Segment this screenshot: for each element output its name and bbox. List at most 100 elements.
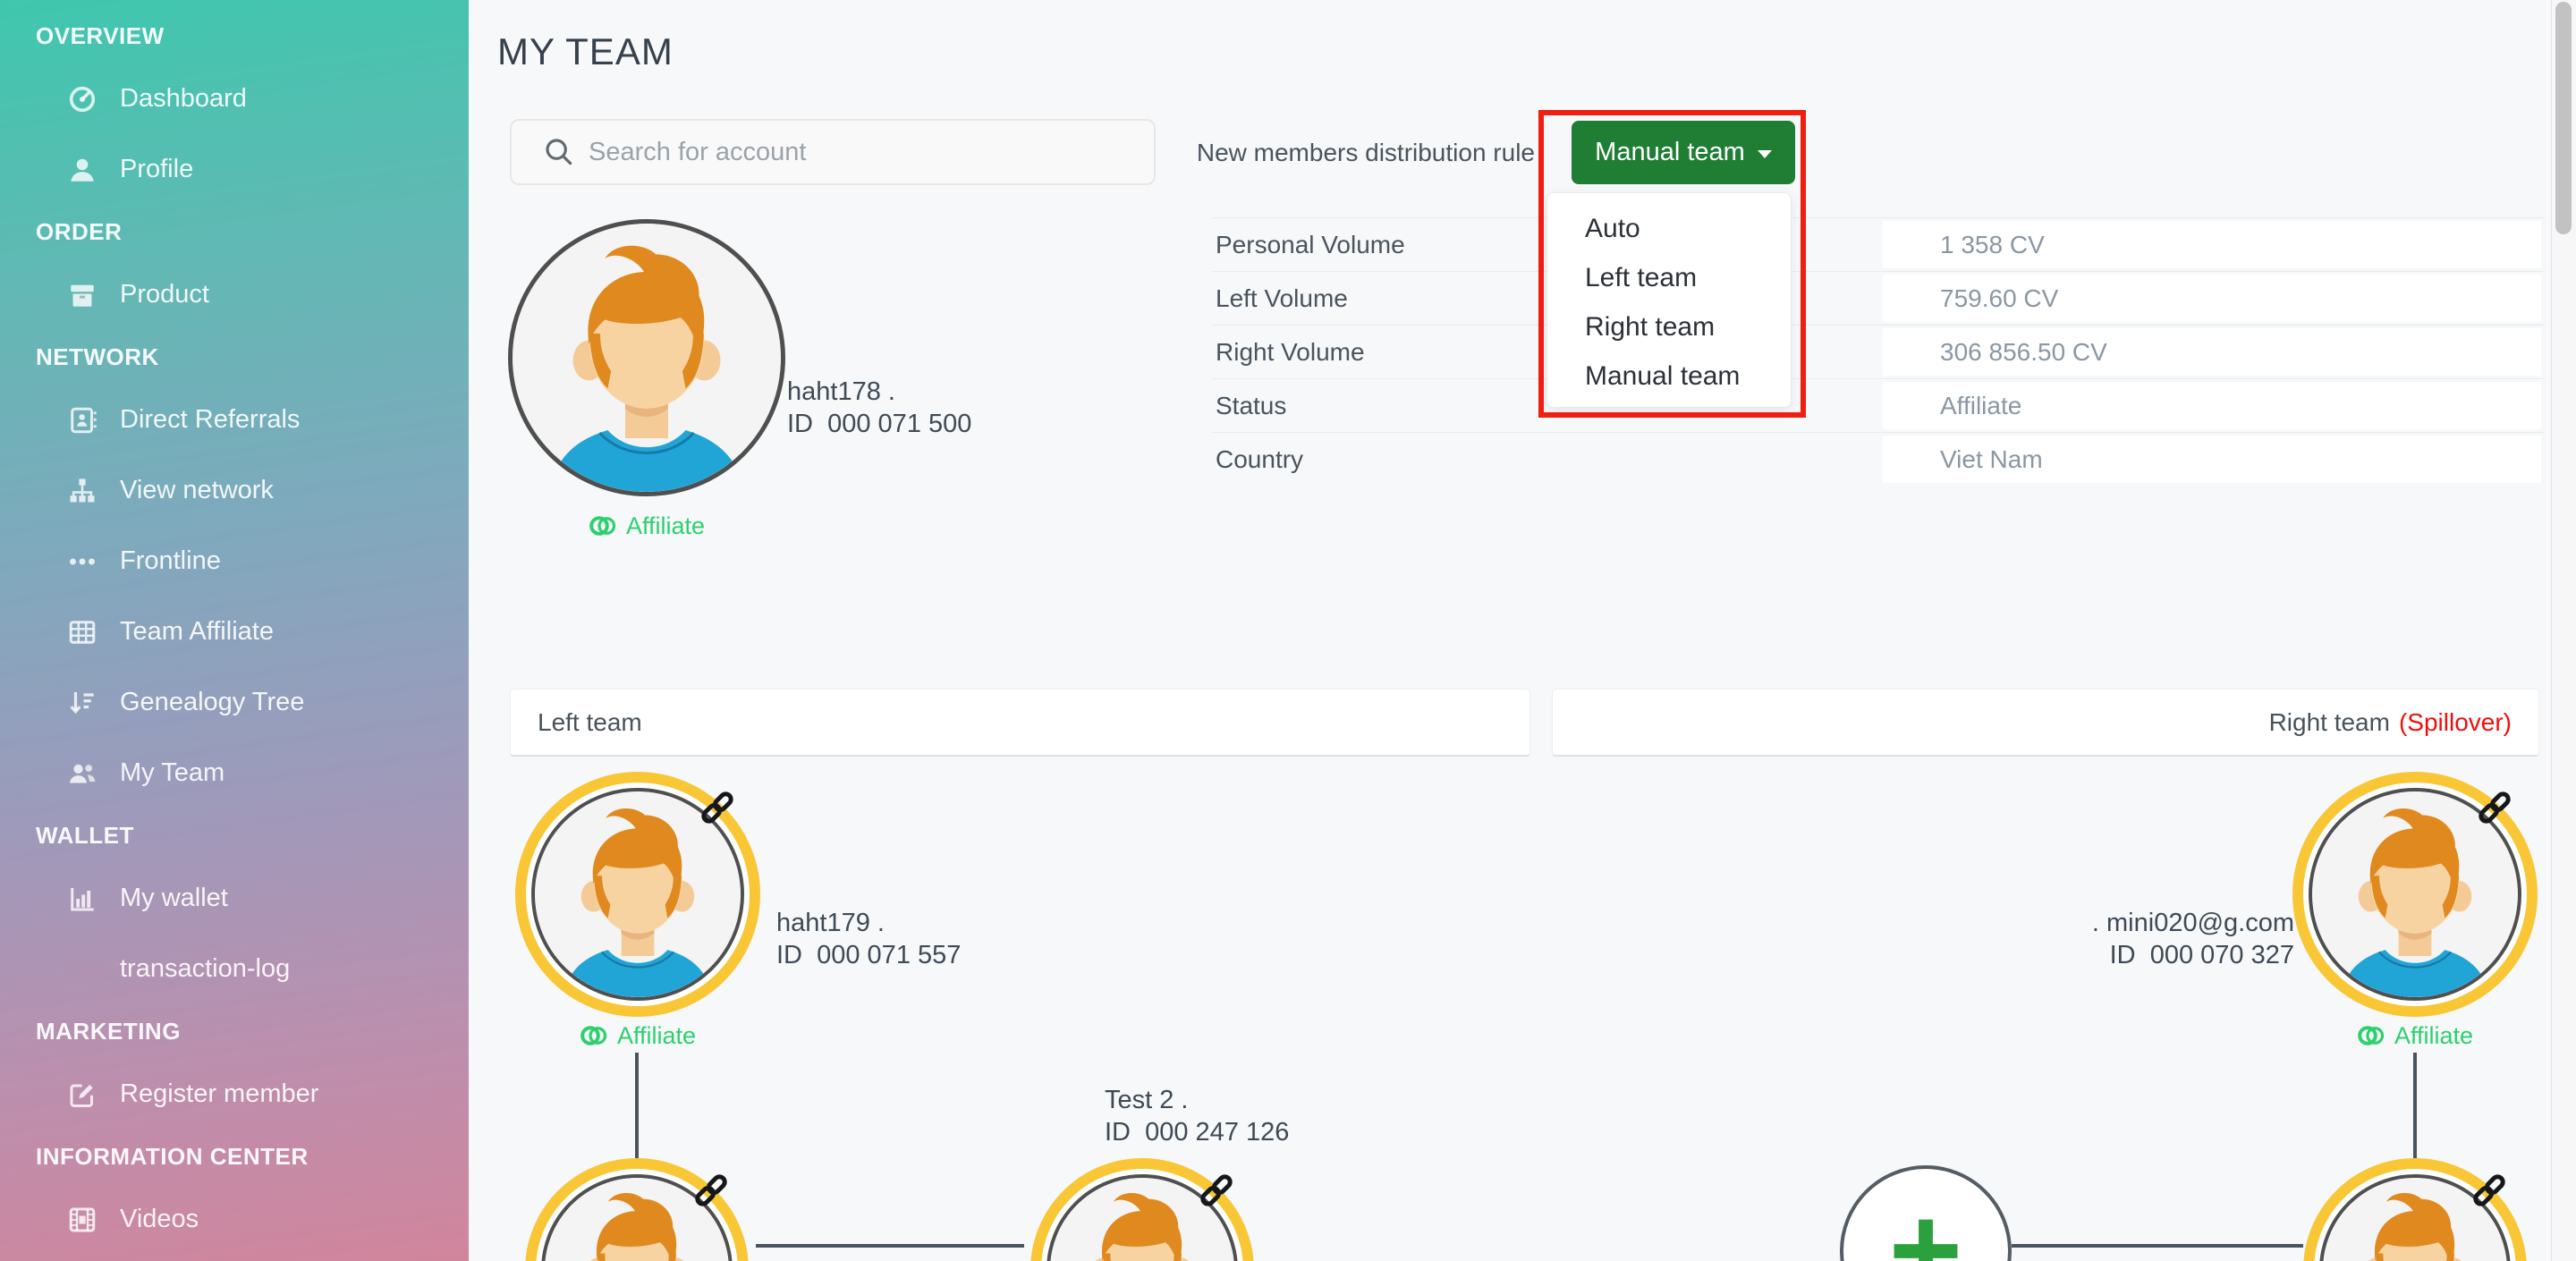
sidebar-item-documents[interactable]: Documents bbox=[0, 1255, 469, 1261]
menu-option-right-team[interactable]: Right team bbox=[1547, 302, 1791, 351]
link-icon bbox=[1197, 1171, 1236, 1210]
box-icon bbox=[66, 279, 98, 311]
scrollbar-thumb[interactable] bbox=[2555, 2, 2572, 234]
sidebar-item-transaction-log[interactable]: transaction-log bbox=[0, 934, 469, 1004]
sidebar-item-label: transaction-log bbox=[120, 954, 290, 984]
account-name: haht178 . bbox=[787, 376, 971, 408]
sidebar-section-overview: OVERVIEW bbox=[0, 9, 469, 63]
page-title: MY TEAM bbox=[497, 30, 674, 73]
sidebar-item-frontline[interactable]: Frontline bbox=[0, 526, 469, 597]
sidebar-section-wallet: WALLET bbox=[0, 808, 469, 863]
sidebar-item-profile[interactable]: Profile bbox=[0, 134, 469, 205]
bar-chart-icon bbox=[66, 883, 98, 915]
sidebar-item-label: My wallet bbox=[120, 884, 228, 913]
link-icon bbox=[691, 1171, 731, 1210]
badge-label: Affiliate bbox=[617, 1022, 696, 1050]
edit-square-icon bbox=[66, 1079, 98, 1111]
table-row: Left Volume 759.60 CV bbox=[1212, 271, 2545, 325]
tree-node-right-child[interactable] bbox=[2303, 1158, 2527, 1261]
left-team-title: Left team bbox=[538, 708, 642, 737]
sidebar-item-genealogy-tree[interactable]: Genealogy Tree bbox=[0, 667, 469, 738]
tree-node-label: . mini020@g.com ID 000 070 327 bbox=[1936, 907, 2294, 971]
sidebar: OVERVIEW Dashboard Profile ORDER Product… bbox=[0, 0, 469, 1261]
search-input[interactable] bbox=[589, 138, 1136, 167]
sidebar-item-label: Team Affiliate bbox=[120, 617, 274, 647]
scrollbar-track bbox=[2551, 0, 2576, 1261]
affiliate-rings-icon bbox=[589, 512, 617, 540]
sidebar-item-label: Dashboard bbox=[120, 84, 247, 114]
sidebar-item-label: Genealogy Tree bbox=[120, 688, 304, 717]
main-content: MY TEAM New members distribution rule Ma… bbox=[469, 0, 2576, 1261]
sidebar-item-my-team[interactable]: My Team bbox=[0, 738, 469, 808]
sidebar-section-order: ORDER bbox=[0, 205, 469, 259]
add-member-button[interactable] bbox=[1840, 1165, 2012, 1261]
menu-option-auto[interactable]: Auto bbox=[1547, 204, 1791, 253]
link-icon bbox=[2475, 788, 2514, 827]
link-icon bbox=[2470, 1171, 2509, 1210]
users-icon bbox=[66, 757, 98, 790]
tree-connector-line bbox=[635, 1053, 639, 1158]
distribution-rule-menu: Auto Left team Right team Manual team bbox=[1546, 192, 1792, 408]
link-icon bbox=[698, 788, 737, 827]
sidebar-item-label: My Team bbox=[120, 758, 225, 788]
search-box bbox=[510, 119, 1156, 185]
sidebar-section-marketing: MARKETING bbox=[0, 1004, 469, 1059]
sidebar-item-product[interactable]: Product bbox=[0, 259, 469, 330]
row-value: 306 856.50 CV bbox=[1883, 328, 2541, 376]
member-name: haht179 . bbox=[776, 907, 961, 939]
badge-label: Affiliate bbox=[2394, 1022, 2473, 1050]
sidebar-item-dashboard[interactable]: Dashboard bbox=[0, 63, 469, 134]
sidebar-item-register-member[interactable]: Register member bbox=[0, 1059, 469, 1130]
row-value: Viet Nam bbox=[1883, 436, 2541, 483]
tree-node-left-child-1[interactable] bbox=[525, 1158, 749, 1261]
sidebar-item-label: Product bbox=[120, 280, 209, 309]
menu-option-left-team[interactable]: Left team bbox=[1547, 253, 1791, 302]
sidebar-item-view-network[interactable]: View network bbox=[0, 455, 469, 526]
gauge-icon bbox=[66, 83, 98, 115]
row-value: Affiliate bbox=[1883, 382, 2541, 429]
sidebar-item-label: Register member bbox=[120, 1079, 318, 1109]
table-row: Right Volume 306 856.50 CV bbox=[1212, 325, 2545, 378]
distribution-rule-dropdown-button[interactable]: Manual team bbox=[1572, 121, 1795, 184]
account-avatar[interactable] bbox=[508, 219, 785, 496]
account-name-label: haht178 . ID 000 071 500 bbox=[787, 376, 971, 440]
right-team-header: Right team (Spillover) bbox=[1552, 689, 2539, 757]
member-status-badge: Affiliate bbox=[515, 1021, 760, 1050]
sidebar-item-direct-referrals[interactable]: Direct Referrals bbox=[0, 385, 469, 455]
sidebar-item-team-affiliate[interactable]: Team Affiliate bbox=[0, 597, 469, 667]
sidebar-item-label: Videos bbox=[120, 1205, 199, 1234]
caret-down-icon bbox=[1758, 150, 1772, 158]
plus-icon bbox=[1881, 1206, 1970, 1261]
sitemap-icon bbox=[66, 475, 98, 507]
search-icon bbox=[542, 135, 576, 169]
sidebar-item-label: Direct Referrals bbox=[120, 405, 300, 435]
tree-node-label: haht179 . ID 000 071 557 bbox=[776, 907, 961, 971]
address-book-icon bbox=[66, 404, 98, 436]
member-name: . mini020@g.com bbox=[1936, 907, 2294, 939]
table-row: Country Viet Nam bbox=[1212, 432, 2545, 486]
user-icon bbox=[66, 154, 98, 186]
film-icon bbox=[66, 1204, 98, 1236]
tree-node-right-root[interactable] bbox=[2292, 772, 2538, 1017]
tree-connector-line bbox=[2413, 1053, 2417, 1158]
member-id: ID 000 070 327 bbox=[1936, 939, 2294, 971]
member-id: ID 000 071 557 bbox=[776, 939, 961, 971]
account-id: ID 000 071 500 bbox=[787, 408, 971, 440]
sidebar-section-information-center: INFORMATION CENTER bbox=[0, 1130, 469, 1184]
tree-node-left-child-2[interactable] bbox=[1030, 1158, 1254, 1261]
spillover-tag: (Spillover) bbox=[2399, 708, 2512, 737]
sidebar-item-videos[interactable]: Videos bbox=[0, 1184, 469, 1255]
tree-node-left-root[interactable] bbox=[515, 772, 760, 1017]
sidebar-section-network: NETWORK bbox=[0, 330, 469, 385]
ellipsis-icon bbox=[66, 546, 98, 578]
tree-node-label: Test 2 . ID 000 247 126 bbox=[1105, 1084, 1289, 1148]
sidebar-item-my-wallet[interactable]: My wallet bbox=[0, 863, 469, 934]
table-row: Personal Volume 1 358 CV bbox=[1212, 217, 2545, 271]
account-status-badge: Affiliate bbox=[508, 512, 785, 540]
menu-option-manual-team[interactable]: Manual team bbox=[1547, 351, 1791, 401]
affiliate-rings-icon bbox=[2357, 1021, 2385, 1050]
distribution-rule-label: New members distribution rule bbox=[1190, 136, 1535, 170]
no-icon bbox=[66, 953, 98, 986]
table-row: Status Affiliate bbox=[1212, 378, 2545, 432]
distribution-selected-value: Manual team bbox=[1595, 138, 1745, 167]
